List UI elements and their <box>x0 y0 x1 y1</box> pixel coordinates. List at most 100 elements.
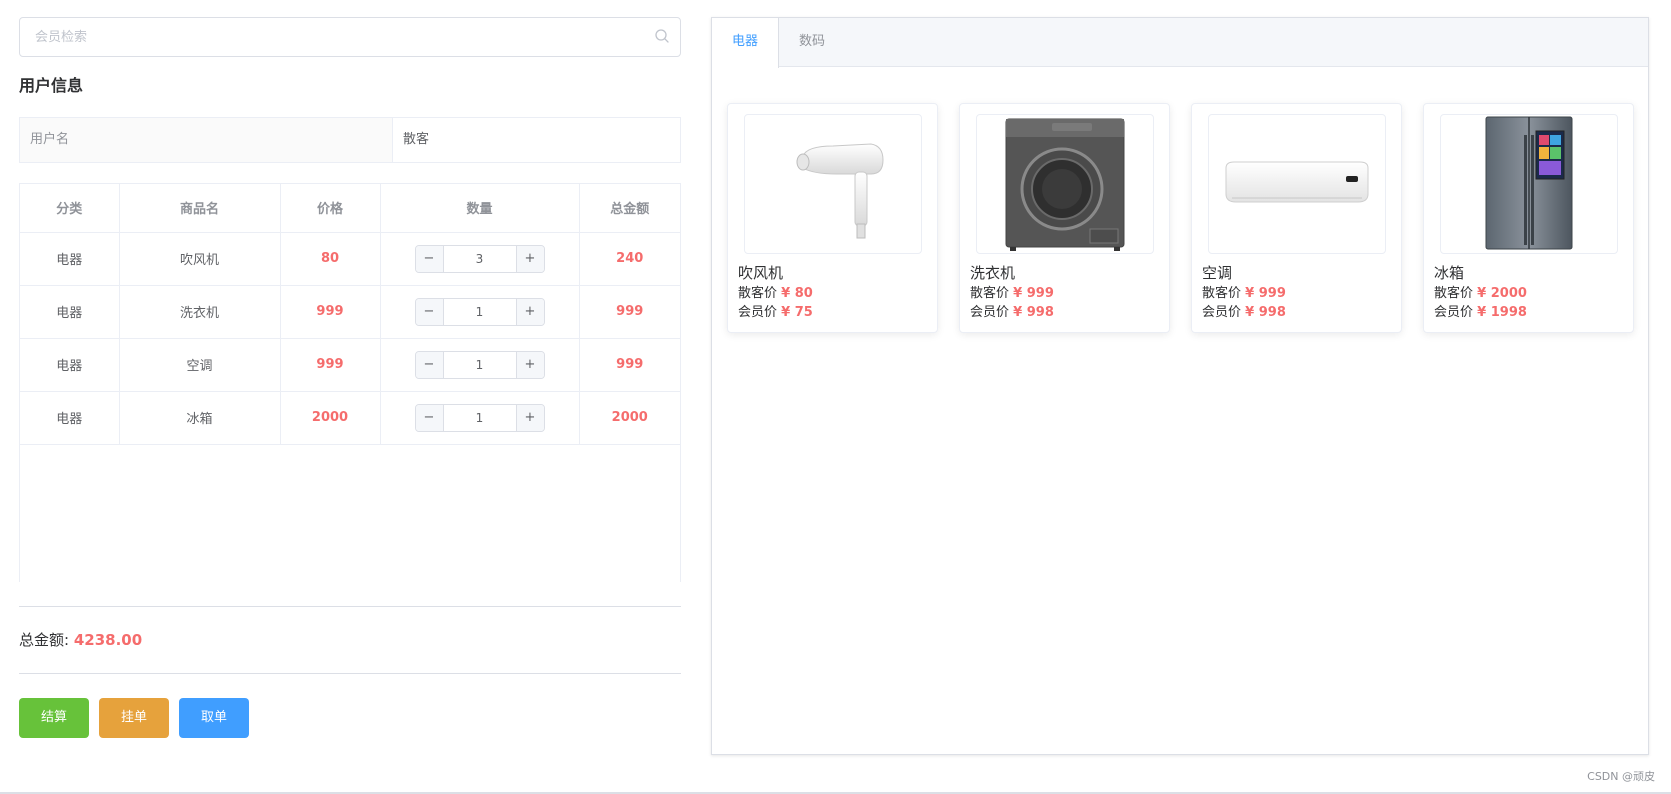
search-icon[interactable] <box>654 28 670 44</box>
row-price: 80 <box>280 232 381 286</box>
increment-button[interactable]: + <box>515 351 544 378</box>
guest-price-value: ¥ 80 <box>781 286 813 301</box>
row-category: 电器 <box>20 391 120 445</box>
product-image <box>975 114 1154 254</box>
product-grid: 吹风机 散客价 ¥ 80 会员价 ¥ 75 洗衣机 散客价 ¥ 999 会员价 … <box>727 103 1634 333</box>
guest-price-label: 散客价 <box>1202 286 1242 301</box>
table-row: 电器 空调 999 − + 999 <box>20 338 680 392</box>
user-info-table: 用户名 散客 <box>19 117 681 163</box>
member-price-value: ¥ 75 <box>781 305 813 320</box>
decrement-button[interactable]: − <box>415 245 444 272</box>
product-catalog: 电器 数码 吹风机 散客价 ¥ 80 会员价 ¥ 75 洗衣机 散客价 ¥ 99… <box>711 17 1649 755</box>
header-total: 总金额 <box>579 184 680 233</box>
row-price: 2000 <box>280 391 381 445</box>
guest-price-line: 散客价 ¥ 80 <box>738 284 927 303</box>
quantity-stepper[interactable]: − + <box>414 403 545 432</box>
product-card[interactable]: 冰箱 散客价 ¥ 2000 会员价 ¥ 1998 <box>1423 103 1634 333</box>
refrigerator-icon <box>1485 116 1572 250</box>
guest-price-label: 散客价 <box>1434 286 1474 301</box>
product-image <box>743 114 922 254</box>
total-amount: 4238.00 <box>73 631 143 649</box>
air-conditioner-icon <box>1225 161 1368 203</box>
quantity-stepper[interactable]: − + <box>414 297 545 326</box>
quantity-cell: − + <box>380 338 580 392</box>
member-price-label: 会员价 <box>738 305 778 320</box>
table-row: 电器 冰箱 2000 − + 2000 <box>20 391 680 445</box>
username-label: 用户名 <box>20 118 393 162</box>
quantity-cell: − + <box>380 391 580 445</box>
guest-price-value: ¥ 999 <box>1013 286 1054 301</box>
header-category: 分类 <box>20 184 120 233</box>
row-price: 999 <box>280 338 381 392</box>
member-price-value: ¥ 998 <box>1245 305 1286 320</box>
increment-button[interactable]: + <box>515 298 544 325</box>
product-card[interactable]: 吹风机 散客价 ¥ 80 会员价 ¥ 75 <box>727 103 938 333</box>
guest-price-line: 散客价 ¥ 2000 <box>1434 284 1623 303</box>
decrement-button[interactable]: − <box>415 351 444 378</box>
product-name: 洗衣机 <box>970 264 1016 282</box>
quantity-input[interactable] <box>443 298 516 325</box>
quantity-cell: − + <box>380 232 580 286</box>
category-tabs: 电器 数码 <box>712 18 1648 68</box>
row-product-name: 洗衣机 <box>119 285 281 339</box>
hold-order-button[interactable]: 挂单 <box>99 698 169 738</box>
member-price-line: 会员价 ¥ 998 <box>970 303 1159 322</box>
row-price: 999 <box>280 285 381 339</box>
header-product-name: 商品名 <box>119 184 281 233</box>
row-total: 999 <box>579 338 680 392</box>
guest-price-line: 散客价 ¥ 999 <box>1202 284 1391 303</box>
guest-price-line: 散客价 ¥ 999 <box>970 284 1159 303</box>
product-name: 吹风机 <box>738 264 784 282</box>
decrement-button[interactable]: − <box>415 298 444 325</box>
checkout-button[interactable]: 结算 <box>19 698 89 738</box>
increment-button[interactable]: + <box>515 404 544 431</box>
guest-price-label: 散客价 <box>738 286 778 301</box>
washing-machine-icon <box>1005 118 1124 251</box>
product-card[interactable]: 空调 散客价 ¥ 999 会员价 ¥ 998 <box>1191 103 1402 333</box>
quantity-stepper[interactable]: − + <box>414 350 545 379</box>
username-value: 散客 <box>403 132 430 147</box>
quantity-stepper[interactable]: − + <box>414 244 545 273</box>
quantity-cell: − + <box>380 285 580 339</box>
action-bar: 结算 挂单 取单 <box>19 698 681 738</box>
product-card[interactable]: 洗衣机 散客价 ¥ 999 会员价 ¥ 998 <box>959 103 1170 333</box>
divider <box>19 673 681 674</box>
product-name: 冰箱 <box>1434 264 1465 282</box>
decrement-button[interactable]: − <box>415 404 444 431</box>
row-product-name: 空调 <box>119 338 281 392</box>
member-price-line: 会员价 ¥ 75 <box>738 303 927 322</box>
row-total: 2000 <box>579 391 680 445</box>
member-price-label: 会员价 <box>970 305 1010 320</box>
quantity-input[interactable] <box>443 404 516 431</box>
row-category: 电器 <box>20 232 120 286</box>
order-panel: 用户信息 用户名 散客 分类 商品名 价格 数量 总金额 电器 吹风机 <box>19 17 681 738</box>
total-label: 总金额: <box>19 631 70 649</box>
tab-digital[interactable]: 数码 <box>779 18 846 67</box>
row-category: 电器 <box>20 285 120 339</box>
order-total: 总金额: 4238.00 <box>19 607 681 673</box>
row-category: 电器 <box>20 338 120 392</box>
row-total: 240 <box>579 232 680 286</box>
quantity-input[interactable] <box>443 351 516 378</box>
member-price-label: 会员价 <box>1202 305 1242 320</box>
row-product-name: 冰箱 <box>119 391 281 445</box>
cart-table-header: 分类 商品名 价格 数量 总金额 <box>20 184 680 233</box>
retrieve-order-button[interactable]: 取单 <box>179 698 249 738</box>
increment-button[interactable]: + <box>515 245 544 272</box>
member-price-line: 会员价 ¥ 998 <box>1202 303 1391 322</box>
product-name: 空调 <box>1202 264 1233 282</box>
header-quantity: 数量 <box>380 184 580 233</box>
guest-price-value: ¥ 2000 <box>1477 286 1527 301</box>
header-price: 价格 <box>280 184 381 233</box>
member-price-value: ¥ 1998 <box>1477 305 1527 320</box>
watermark: CSDN @顽皮 <box>1587 770 1655 783</box>
member-search-input[interactable] <box>20 18 680 56</box>
cart-table: 分类 商品名 价格 数量 总金额 电器 吹风机 80 − + <box>19 183 681 582</box>
guest-price-value: ¥ 999 <box>1245 286 1286 301</box>
tab-appliances[interactable]: 电器 <box>712 18 780 68</box>
table-row: 电器 洗衣机 999 − + 999 <box>20 285 680 339</box>
member-price-label: 会员价 <box>1434 305 1474 320</box>
product-image <box>1207 114 1386 254</box>
quantity-input[interactable] <box>443 245 516 272</box>
member-search[interactable] <box>19 17 681 57</box>
